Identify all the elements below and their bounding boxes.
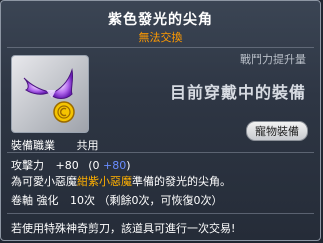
gold-coin-icon (53, 101, 75, 123)
currently-equipped-notice: 目前穿戴中的裝備 (169, 83, 306, 102)
item-description: 為可愛小惡魔紺紫小惡魔準備的發光的尖角。 (11, 173, 231, 189)
job-requirement-row: 裝備職業 共用 (11, 137, 99, 153)
attack-close: ) (126, 159, 131, 172)
scroll-count: 10次 (70, 194, 95, 207)
scroll-remaining: （剩餘0次，可恢復0次） (98, 194, 223, 207)
item-icon-frame (11, 55, 89, 133)
description-prefix: 為可愛小惡魔 (11, 175, 77, 188)
pet-equipment-button[interactable]: 寵物裝備 (246, 121, 308, 141)
item-tooltip: 紫色發光的尖角 無法交換 戰鬥力提升量 目前穿戴中的裝備 寵物裝備 裝備職業 共… (0, 0, 321, 241)
item-title: 紫色發光的尖角 (108, 12, 213, 28)
divider-bottom (7, 213, 314, 214)
scroll-enhance-row: 卷軸 強化 10次 （剩餘0次，可恢復0次） (11, 192, 223, 208)
divider-middle (7, 152, 314, 153)
attack-base: (0 (88, 159, 100, 172)
divider-top (7, 47, 314, 48)
description-highlight: 紺紫小惡魔 (77, 175, 132, 188)
power-increase-label: 戰鬥力提升量 (240, 53, 306, 66)
scroll-label: 卷軸 強化 (11, 194, 59, 207)
job-requirement-value: 共用 (76, 139, 99, 152)
job-requirement-label: 裝備職業 (11, 139, 55, 152)
attack-bonus: +80 (103, 159, 127, 172)
description-suffix: 準備的發光的尖角。 (132, 175, 231, 188)
attack-total: +80 (55, 159, 79, 172)
trade-status: 無法交換 (138, 31, 183, 44)
attack-stat-row: 攻擊力 +80 (0 +80) (11, 157, 131, 173)
scissors-trade-note: 若使用特殊神奇剪刀，該道具可進行一次交易! (11, 222, 236, 235)
purple-glowing-horn-icon (23, 68, 75, 123)
attack-label: 攻擊力 (11, 159, 44, 172)
